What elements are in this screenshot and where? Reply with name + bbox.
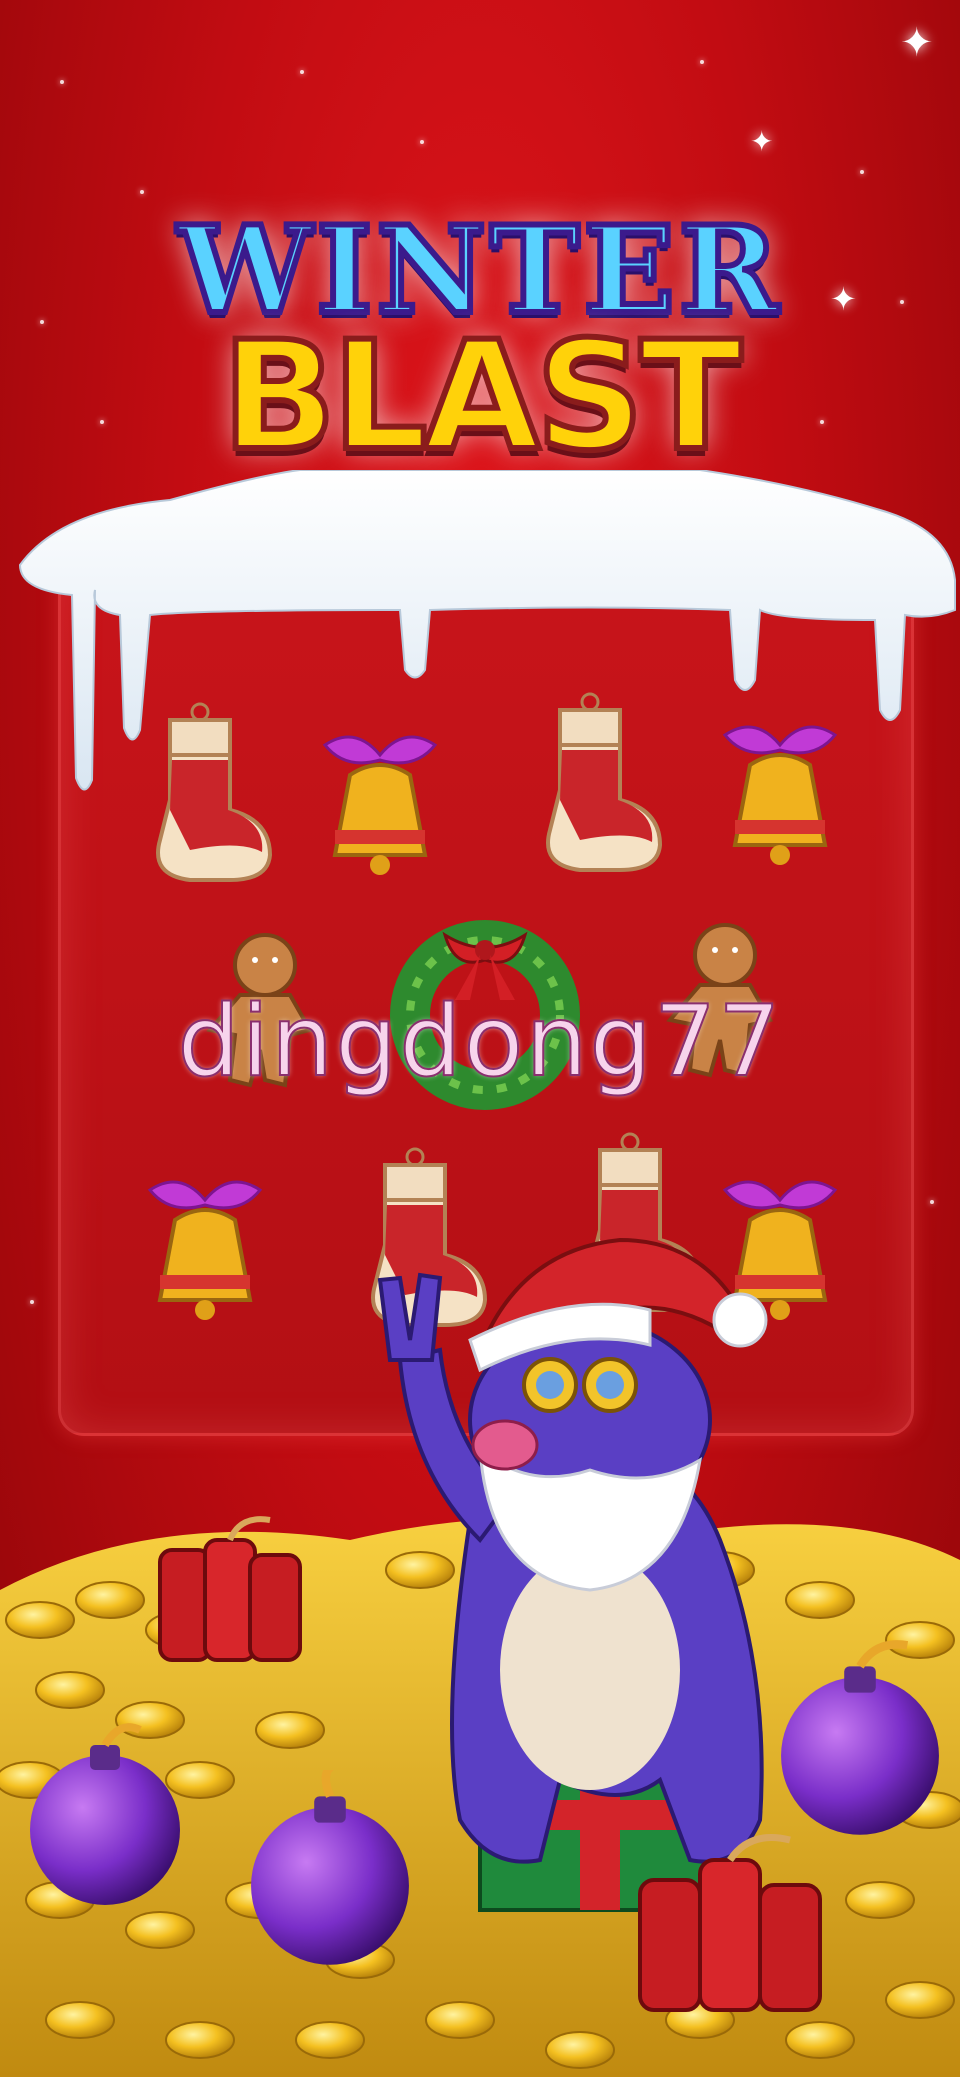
dynamite-icon	[158, 1516, 302, 1662]
bell-icon	[322, 735, 438, 875]
watermark-text: dingdong77	[177, 984, 783, 1100]
sparkle-star-icon: ✦	[900, 20, 934, 66]
stocking-icon	[156, 702, 273, 882]
stocking-icon	[546, 692, 663, 872]
bell-icon	[147, 1180, 263, 1320]
bell-icon	[722, 725, 838, 865]
game-logo: WINTER BLAST	[150, 197, 810, 520]
logo-title-blast: BLAST	[219, 307, 745, 487]
sparkle-star-icon: ✦	[750, 125, 774, 158]
dynamite-icon	[638, 1834, 822, 2012]
bomb-icon	[30, 1723, 180, 1905]
sparkle-star-icon: ✦	[830, 280, 857, 318]
